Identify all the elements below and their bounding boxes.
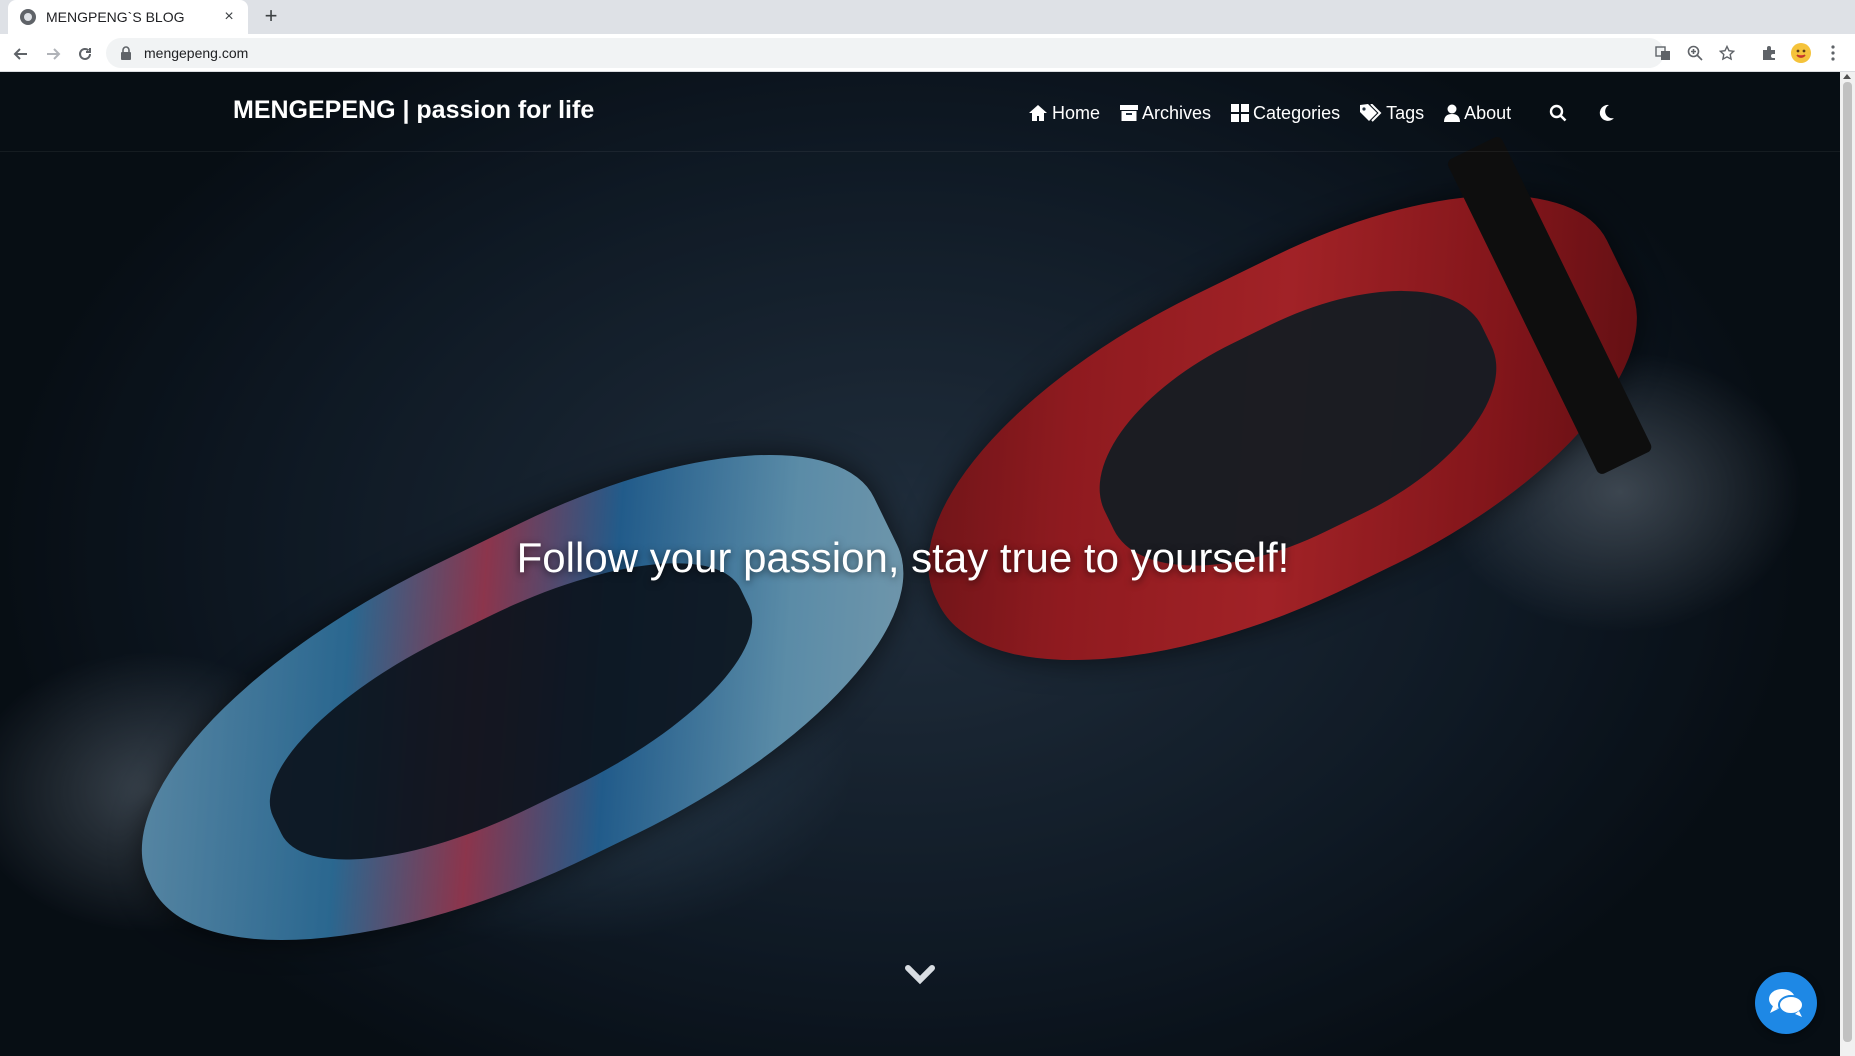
- translate-icon[interactable]: [1652, 42, 1674, 64]
- archive-icon: [1120, 105, 1139, 121]
- nav-home[interactable]: Home: [1028, 103, 1100, 124]
- site-menu: Home Archives Categories Tags About: [1028, 98, 1641, 128]
- scroll-up-arrow-icon[interactable]: [1843, 74, 1851, 79]
- tab-close-icon[interactable]: ×: [220, 8, 238, 26]
- tags-icon: [1360, 104, 1382, 122]
- search-icon: [1549, 104, 1567, 122]
- nav-about[interactable]: About: [1444, 103, 1511, 124]
- forward-arrow-icon: [47, 48, 61, 60]
- site-brand[interactable]: MENGEPENG | passion for life: [233, 96, 594, 125]
- categories-icon: [1231, 104, 1250, 122]
- home-icon: [1029, 105, 1047, 121]
- new-tab-button[interactable]: +: [258, 4, 284, 30]
- extensions-icon[interactable]: [1758, 42, 1780, 64]
- reload-icon: [79, 47, 91, 60]
- nav-categories-label: Categories: [1253, 102, 1341, 123]
- site-favicon-icon: [20, 9, 36, 25]
- url-text: mengepeng.com: [144, 45, 249, 61]
- chat-bubbles-icon: [1769, 989, 1804, 1017]
- tab-title: MENGPENG`S BLOG: [46, 9, 185, 25]
- address-bar[interactable]: mengepeng.com: [106, 38, 1664, 68]
- scrollbar-thumb[interactable]: [1843, 82, 1852, 1042]
- back-arrow-icon: [13, 48, 27, 60]
- reload-button[interactable]: [72, 41, 98, 67]
- bookmark-star-icon[interactable]: [1716, 42, 1738, 64]
- forward-button[interactable]: [40, 41, 66, 67]
- back-button[interactable]: [8, 41, 34, 67]
- nav-about-label: About: [1464, 102, 1512, 123]
- page-viewport: MENGEPENG | passion for life Home Archiv…: [0, 72, 1840, 1056]
- profile-avatar-icon[interactable]: [1790, 42, 1812, 64]
- chat-button[interactable]: [1755, 972, 1817, 1034]
- dark-mode-toggle[interactable]: [1593, 100, 1619, 126]
- lock-icon: [121, 46, 131, 60]
- user-icon: [1444, 104, 1461, 122]
- nav-archives-label: Archives: [1142, 102, 1212, 123]
- nav-tags[interactable]: Tags: [1360, 103, 1424, 124]
- moon-icon: [1599, 104, 1615, 121]
- site-navbar: MENGEPENG | passion for life Home Archiv…: [0, 72, 1840, 152]
- browser-menu-icon[interactable]: [1822, 42, 1844, 64]
- browser-toolbar: mengepeng.com: [0, 34, 1855, 72]
- nav-tags-label: Tags: [1386, 102, 1425, 123]
- page-scrollbar[interactable]: [1840, 72, 1855, 1056]
- hero-headline: Follow your passion, stay true to yourse…: [516, 534, 1290, 581]
- nav-archives[interactable]: Archives: [1120, 103, 1211, 124]
- nav-categories[interactable]: Categories: [1231, 103, 1340, 124]
- browser-tab[interactable]: MENGPENG`S BLOG ×: [8, 0, 248, 34]
- search-button[interactable]: [1545, 100, 1571, 126]
- nav-home-label: Home: [1052, 102, 1101, 123]
- omnibox-icons: [1652, 40, 1844, 66]
- chevron-down-icon[interactable]: [905, 962, 935, 986]
- zoom-icon[interactable]: [1684, 42, 1706, 64]
- browser-tabstrip: MENGPENG`S BLOG × +: [0, 0, 1855, 34]
